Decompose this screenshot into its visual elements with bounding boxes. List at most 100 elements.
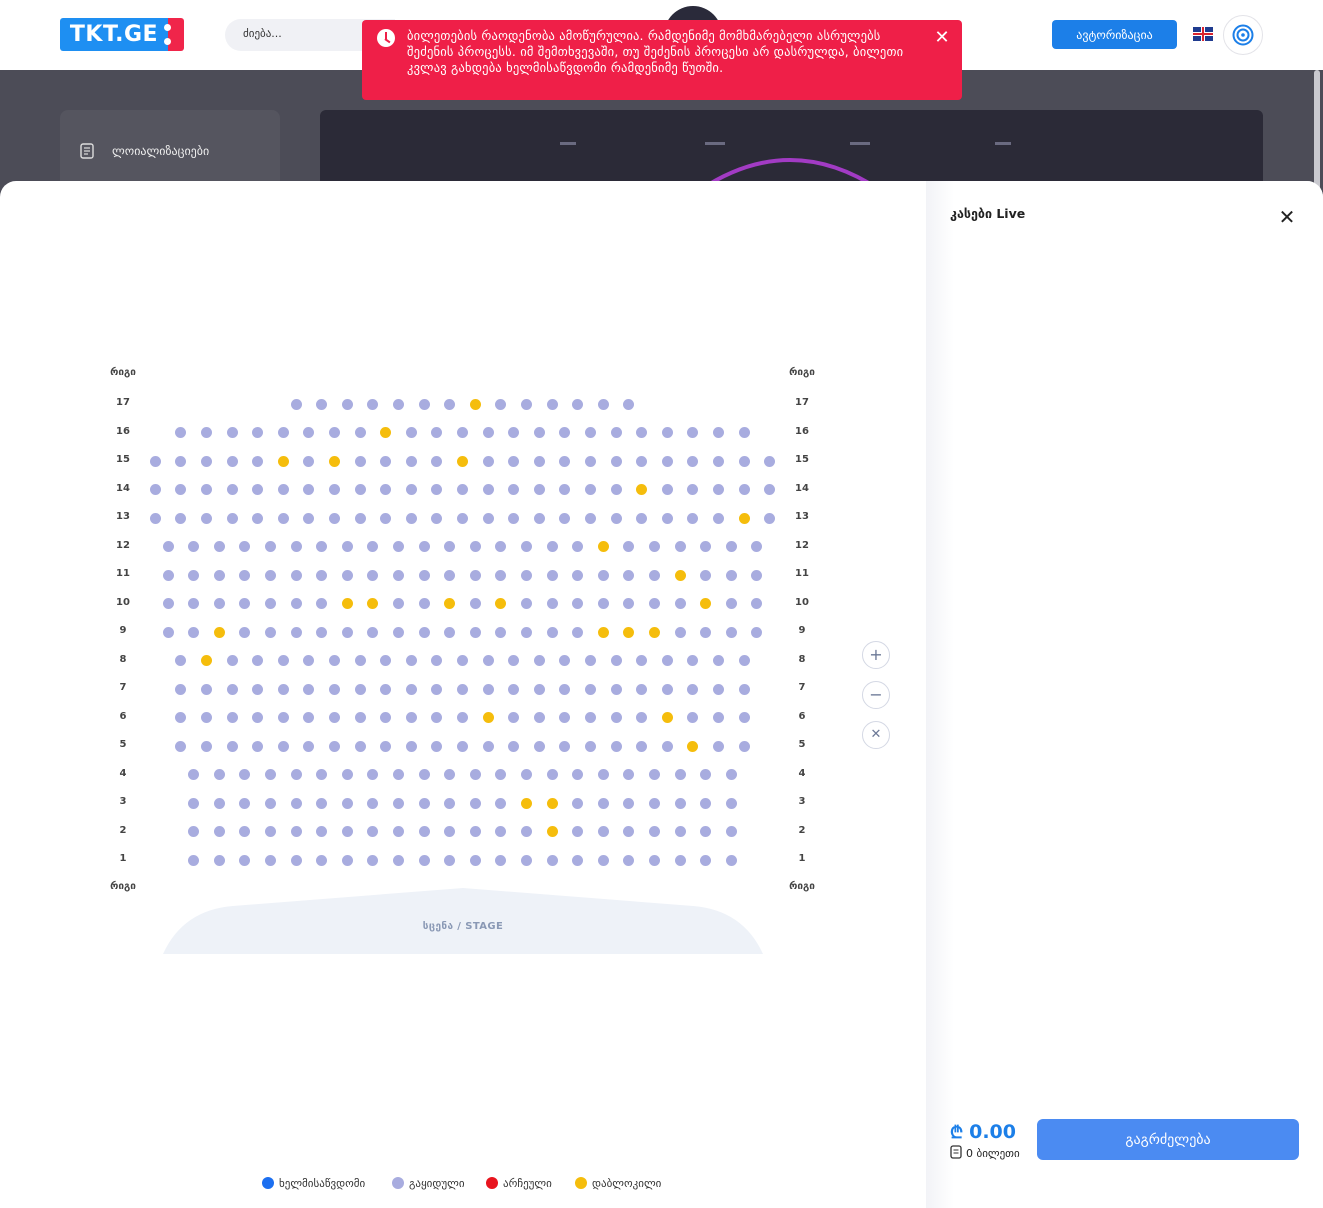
seat-sold[interactable] <box>226 740 238 752</box>
seat-sold[interactable] <box>610 655 622 666</box>
seat-sold[interactable] <box>213 826 225 837</box>
seat-sold[interactable] <box>636 455 648 467</box>
seat-sold[interactable] <box>687 484 699 495</box>
seat-sold[interactable] <box>239 569 251 581</box>
seat-sold[interactable] <box>188 569 200 581</box>
seat-sold[interactable] <box>354 740 366 752</box>
seat-sold[interactable] <box>226 655 238 666</box>
seat-sold[interactable] <box>533 683 545 695</box>
seat-sold[interactable] <box>572 626 584 638</box>
seat-sold[interactable] <box>341 398 353 410</box>
seat-sold[interactable] <box>572 854 584 866</box>
seat-sold[interactable] <box>290 826 302 837</box>
seat-sold[interactable] <box>636 512 648 524</box>
seat-sold[interactable] <box>213 769 225 780</box>
seat-sold[interactable] <box>354 427 366 438</box>
seat-sold[interactable] <box>303 655 315 666</box>
seat-sold[interactable] <box>213 797 225 809</box>
seat-sold[interactable] <box>252 512 264 524</box>
seat-sold[interactable] <box>649 854 660 866</box>
seat-sold[interactable] <box>393 797 404 809</box>
seat-sold[interactable] <box>290 569 302 581</box>
seat-sold[interactable] <box>201 455 212 467</box>
seat-sold[interactable] <box>188 541 200 552</box>
seat-sold[interactable] <box>405 683 417 695</box>
seat-sold[interactable] <box>341 569 353 581</box>
seat-sold[interactable] <box>559 740 571 752</box>
seat-sold[interactable] <box>661 427 673 438</box>
seat-sold[interactable] <box>239 769 251 780</box>
seat-sold[interactable] <box>533 512 545 524</box>
seat-sold[interactable] <box>316 398 328 410</box>
seat-sold[interactable] <box>405 740 417 752</box>
seat-sold[interactable] <box>316 569 328 581</box>
seat-sold[interactable] <box>725 626 737 638</box>
seat-sold[interactable] <box>418 797 430 809</box>
seat-sold[interactable] <box>175 683 187 695</box>
seat-sold[interactable] <box>674 797 686 809</box>
seat-sold[interactable] <box>188 626 200 638</box>
seat-sold[interactable] <box>367 826 379 837</box>
seat-sold[interactable] <box>713 427 724 438</box>
seat-sold[interactable] <box>623 541 635 552</box>
seat-sold[interactable] <box>585 427 596 438</box>
seat-reserved[interactable] <box>661 712 673 723</box>
seat-sold[interactable] <box>700 626 712 638</box>
seat-sold[interactable] <box>252 427 264 438</box>
seat-sold[interactable] <box>508 427 520 438</box>
seat-sold[interactable] <box>188 797 200 809</box>
seat-sold[interactable] <box>303 512 315 524</box>
seat-sold[interactable] <box>495 769 507 780</box>
seat-sold[interactable] <box>380 683 392 695</box>
seat-sold[interactable] <box>623 569 635 581</box>
seat-sold[interactable] <box>316 797 328 809</box>
seat-reserved[interactable] <box>213 626 225 638</box>
seat-sold[interactable] <box>175 712 187 723</box>
seat-reserved[interactable] <box>546 826 558 837</box>
seat-reserved[interactable] <box>700 598 712 609</box>
seat-sold[interactable] <box>674 854 686 866</box>
seat-sold[interactable] <box>457 512 468 524</box>
seat-sold[interactable] <box>252 712 264 723</box>
seat-sold[interactable] <box>610 683 622 695</box>
seat-sold[interactable] <box>469 569 481 581</box>
seat-sold[interactable] <box>636 740 648 752</box>
seat-sold[interactable] <box>610 512 622 524</box>
seat-sold[interactable] <box>572 769 584 780</box>
seat-sold[interactable] <box>444 797 456 809</box>
seat-sold[interactable] <box>316 541 328 552</box>
seat-sold[interactable] <box>636 655 648 666</box>
seat-reserved[interactable] <box>495 598 507 609</box>
seat-sold[interactable] <box>303 484 315 495</box>
seat-sold[interactable] <box>367 797 379 809</box>
seat-sold[interactable] <box>521 398 532 410</box>
seat-sold[interactable] <box>277 484 289 495</box>
seat-sold[interactable] <box>444 826 456 837</box>
seat-sold[interactable] <box>393 541 404 552</box>
seat-sold[interactable] <box>226 712 238 723</box>
seat-reserved[interactable] <box>597 541 609 552</box>
seat-sold[interactable] <box>457 484 468 495</box>
continue-button[interactable]: გაგრძელება <box>1037 1119 1299 1160</box>
seat-sold[interactable] <box>175 484 187 495</box>
seat-sold[interactable] <box>303 455 315 467</box>
seat-sold[interactable] <box>623 598 635 609</box>
seat-sold[interactable] <box>418 769 430 780</box>
seat-reserved[interactable] <box>444 598 456 609</box>
seat-sold[interactable] <box>674 626 686 638</box>
seat-sold[interactable] <box>329 484 340 495</box>
seat-sold[interactable] <box>239 598 251 609</box>
seat-sold[interactable] <box>226 512 238 524</box>
seat-sold[interactable] <box>316 769 328 780</box>
seat-sold[interactable] <box>738 740 750 752</box>
seat-sold[interactable] <box>559 655 571 666</box>
seat-sold[interactable] <box>482 455 494 467</box>
seat-sold[interactable] <box>393 854 404 866</box>
seat-sold[interactable] <box>585 484 596 495</box>
seat-sold[interactable] <box>713 712 724 723</box>
seat-sold[interactable] <box>559 427 571 438</box>
seat-sold[interactable] <box>329 655 340 666</box>
seat-sold[interactable] <box>559 712 571 723</box>
seat-sold[interactable] <box>495 826 507 837</box>
seat-sold[interactable] <box>149 484 161 495</box>
